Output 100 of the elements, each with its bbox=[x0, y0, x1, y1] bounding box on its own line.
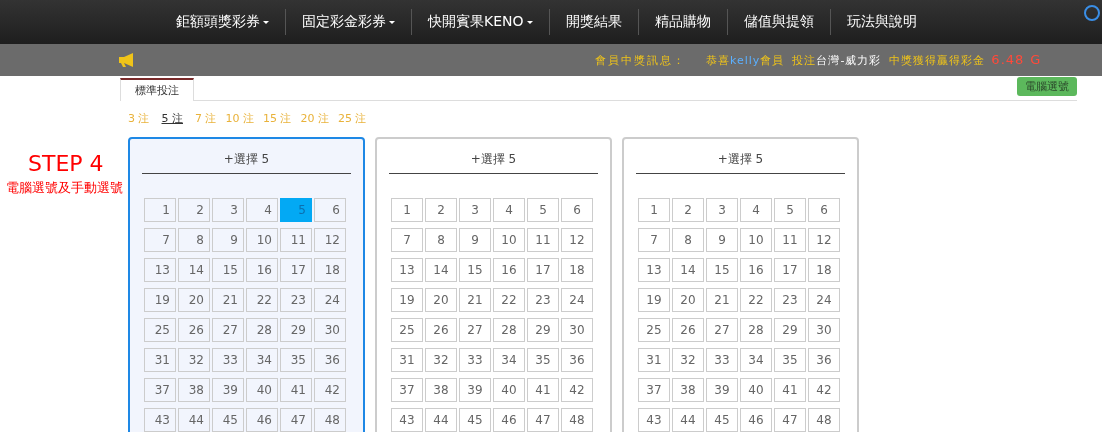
number-button[interactable]: 40 bbox=[493, 378, 525, 402]
number-button[interactable]: 34 bbox=[246, 348, 278, 372]
number-button[interactable]: 33 bbox=[212, 348, 244, 372]
number-card[interactable]: +選擇 5 1 2 3 4 5 6 7 8 9 10 11 12 13 14 15 16 17 18 19 20 21 22 23 24 25 26 27 28 29 30 31 32 33 34 35 36 37 38 39 40 41 42 43 44 45 46 47 48 bbox=[622, 137, 859, 432]
nav-menu-item[interactable]: 精品購物 bbox=[638, 13, 727, 31]
number-button[interactable]: 34 bbox=[740, 348, 772, 372]
number-button[interactable]: 42 bbox=[561, 378, 593, 402]
number-button[interactable]: 13 bbox=[638, 258, 670, 282]
number-button[interactable]: 2 bbox=[672, 198, 704, 222]
number-button[interactable]: 15 bbox=[706, 258, 738, 282]
number-button[interactable]: 21 bbox=[459, 288, 491, 312]
number-button[interactable]: 39 bbox=[212, 378, 244, 402]
number-button[interactable]: 12 bbox=[314, 228, 346, 252]
number-button[interactable]: 32 bbox=[178, 348, 210, 372]
number-button[interactable]: 2 bbox=[425, 198, 457, 222]
number-button[interactable]: 30 bbox=[808, 318, 840, 342]
number-button[interactable]: 47 bbox=[527, 408, 559, 432]
number-button[interactable]: 27 bbox=[706, 318, 738, 342]
number-button[interactable]: 5 bbox=[774, 198, 806, 222]
number-button[interactable]: 44 bbox=[425, 408, 457, 432]
nav-menu-item[interactable]: 儲值與提領 bbox=[727, 13, 830, 31]
number-button[interactable]: 29 bbox=[280, 318, 312, 342]
number-button[interactable]: 4 bbox=[246, 198, 278, 222]
number-button[interactable]: 1 bbox=[391, 198, 423, 222]
number-button[interactable]: 24 bbox=[314, 288, 346, 312]
number-button[interactable]: 34 bbox=[493, 348, 525, 372]
number-button[interactable]: 25 bbox=[391, 318, 423, 342]
number-button[interactable]: 47 bbox=[774, 408, 806, 432]
number-button[interactable]: 18 bbox=[314, 258, 346, 282]
number-button[interactable]: 11 bbox=[280, 228, 312, 252]
number-button[interactable]: 22 bbox=[246, 288, 278, 312]
number-button[interactable]: 20 bbox=[425, 288, 457, 312]
number-button[interactable]: 1 bbox=[638, 198, 670, 222]
number-button[interactable]: 4 bbox=[493, 198, 525, 222]
number-button[interactable]: 28 bbox=[740, 318, 772, 342]
number-button[interactable]: 33 bbox=[706, 348, 738, 372]
number-button[interactable]: 3 bbox=[459, 198, 491, 222]
number-button[interactable]: 23 bbox=[774, 288, 806, 312]
number-button[interactable]: 11 bbox=[774, 228, 806, 252]
number-button[interactable]: 45 bbox=[212, 408, 244, 432]
number-button[interactable]: 6 bbox=[808, 198, 840, 222]
number-button[interactable]: 40 bbox=[246, 378, 278, 402]
number-button[interactable]: 37 bbox=[144, 378, 176, 402]
number-button[interactable]: 10 bbox=[246, 228, 278, 252]
number-button[interactable]: 29 bbox=[774, 318, 806, 342]
number-button[interactable]: 41 bbox=[527, 378, 559, 402]
number-card[interactable]: +選擇 5 1 2 3 4 5 6 7 8 9 10 11 12 13 14 15 16 17 18 19 20 21 22 23 24 25 26 27 28 29 30 31 32 33 34 35 36 37 38 39 40 41 42 43 44 45 46 47 48 bbox=[128, 137, 365, 432]
number-button[interactable]: 38 bbox=[178, 378, 210, 402]
number-button[interactable]: 40 bbox=[740, 378, 772, 402]
number-button[interactable]: 19 bbox=[391, 288, 423, 312]
number-button[interactable]: 9 bbox=[706, 228, 738, 252]
number-button[interactable]: 44 bbox=[672, 408, 704, 432]
number-button[interactable]: 3 bbox=[212, 198, 244, 222]
bet-count-link[interactable]: 5 注 bbox=[161, 111, 183, 127]
number-button[interactable]: 39 bbox=[459, 378, 491, 402]
number-button[interactable]: 21 bbox=[212, 288, 244, 312]
number-button[interactable]: 11 bbox=[527, 228, 559, 252]
number-button[interactable]: 16 bbox=[493, 258, 525, 282]
number-button[interactable]: 7 bbox=[391, 228, 423, 252]
number-button[interactable]: 15 bbox=[459, 258, 491, 282]
number-button[interactable]: 8 bbox=[178, 228, 210, 252]
number-button[interactable]: 14 bbox=[178, 258, 210, 282]
number-button[interactable]: 36 bbox=[314, 348, 346, 372]
number-button[interactable]: 22 bbox=[493, 288, 525, 312]
number-button[interactable]: 28 bbox=[246, 318, 278, 342]
auto-pick-button[interactable]: 電腦選號 bbox=[1017, 77, 1077, 96]
number-button[interactable]: 31 bbox=[391, 348, 423, 372]
number-button[interactable]: 35 bbox=[774, 348, 806, 372]
number-button[interactable]: 35 bbox=[280, 348, 312, 372]
number-button[interactable]: 39 bbox=[706, 378, 738, 402]
number-button[interactable]: 9 bbox=[459, 228, 491, 252]
number-button[interactable]: 12 bbox=[808, 228, 840, 252]
number-button[interactable]: 45 bbox=[706, 408, 738, 432]
number-button[interactable]: 14 bbox=[672, 258, 704, 282]
number-button[interactable]: 43 bbox=[144, 408, 176, 432]
number-button[interactable]: 17 bbox=[527, 258, 559, 282]
number-button[interactable]: 8 bbox=[425, 228, 457, 252]
number-button[interactable]: 33 bbox=[459, 348, 491, 372]
number-button[interactable]: 48 bbox=[808, 408, 840, 432]
number-button[interactable]: 21 bbox=[706, 288, 738, 312]
nav-menu-item[interactable]: 快開賓果KENO bbox=[412, 13, 549, 31]
number-button[interactable]: 3 bbox=[706, 198, 738, 222]
number-button[interactable]: 2 bbox=[178, 198, 210, 222]
number-button[interactable]: 13 bbox=[144, 258, 176, 282]
number-button[interactable]: 6 bbox=[561, 198, 593, 222]
number-button[interactable]: 19 bbox=[638, 288, 670, 312]
number-button[interactable]: 14 bbox=[425, 258, 457, 282]
number-button[interactable]: 15 bbox=[212, 258, 244, 282]
number-button[interactable]: 7 bbox=[638, 228, 670, 252]
number-button[interactable]: 1 bbox=[144, 198, 176, 222]
number-button[interactable]: 26 bbox=[178, 318, 210, 342]
number-button[interactable]: 4 bbox=[740, 198, 772, 222]
number-button[interactable]: 26 bbox=[672, 318, 704, 342]
number-button[interactable]: 30 bbox=[561, 318, 593, 342]
number-button[interactable]: 37 bbox=[638, 378, 670, 402]
number-button[interactable]: 35 bbox=[527, 348, 559, 372]
number-button[interactable]: 41 bbox=[280, 378, 312, 402]
number-button[interactable]: 12 bbox=[561, 228, 593, 252]
number-button[interactable]: 6 bbox=[314, 198, 346, 222]
number-button[interactable]: 17 bbox=[280, 258, 312, 282]
